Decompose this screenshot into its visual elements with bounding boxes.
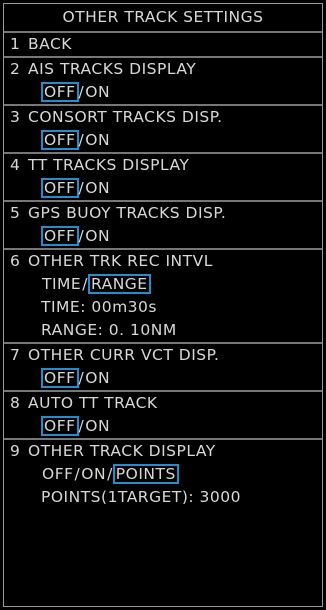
option-on[interactable]: ON <box>84 227 111 245</box>
menu-item-ais-tracks-display[interactable]: 2 AIS TRACKS DISPLAY OFF/ON <box>4 58 322 106</box>
range-interval-value: RANGE: 0. 10NM <box>41 321 177 339</box>
option-on[interactable]: ON <box>84 369 111 387</box>
option-off[interactable]: OFF <box>41 178 79 198</box>
other-track-settings-menu: OTHER TRACK SETTINGS 1 BACK 2 AIS TRACKS D… <box>3 3 323 607</box>
item-number: 1 <box>10 35 21 53</box>
option-on[interactable]: ON <box>84 179 111 197</box>
item-number: 2 <box>10 60 21 78</box>
item-label: CONSORT TRACKS DISP. <box>28 108 223 126</box>
option-range[interactable]: RANGE <box>87 274 151 294</box>
menu-item-other-trk-rec-intvl[interactable]: 6 OTHER TRK REC INTVL TIME/RANGE TIME: 00… <box>4 250 322 344</box>
option-time[interactable]: TIME <box>41 275 82 293</box>
points-per-target-value: POINTS(1TARGET): 3000 <box>41 488 241 506</box>
option-points[interactable]: POINTS <box>112 464 179 484</box>
item-number: 5 <box>10 204 21 222</box>
item-number: 9 <box>10 442 21 460</box>
menu-item-tt-tracks-display[interactable]: 4 TT TRACKS DISPLAY OFF/ON <box>4 154 322 202</box>
option-off[interactable]: OFF <box>41 416 79 436</box>
item-label: AUTO TT TRACK <box>28 394 158 412</box>
menu-item-auto-tt-track[interactable]: 8 AUTO TT TRACK OFF/ON <box>4 392 322 440</box>
option-on[interactable]: ON <box>84 131 111 149</box>
menu-item-other-curr-vct-disp[interactable]: 7 OTHER CURR VCT DISP. OFF/ON <box>4 344 322 392</box>
item-label: OTHER CURR VCT DISP. <box>28 346 220 364</box>
option-on[interactable]: ON <box>80 465 107 483</box>
menu-title: OTHER TRACK SETTINGS <box>4 4 322 33</box>
option-off[interactable]: OFF <box>41 82 79 102</box>
option-off[interactable]: OFF <box>41 465 75 483</box>
option-on[interactable]: ON <box>84 417 111 435</box>
item-number: 6 <box>10 252 21 270</box>
menu-item-back[interactable]: 1 BACK <box>4 33 322 58</box>
time-interval-value: TIME: 00m30s <box>41 298 157 316</box>
item-label: OTHER TRACK DISPLAY <box>28 442 216 460</box>
item-label: AIS TRACKS DISPLAY <box>28 60 197 78</box>
item-label: GPS BUOY TRACKS DISP. <box>28 204 227 222</box>
item-number: 8 <box>10 394 21 412</box>
item-label: OTHER TRK REC INTVL <box>28 252 213 270</box>
item-number: 3 <box>10 108 21 126</box>
item-label: TT TRACKS DISPLAY <box>28 156 190 174</box>
option-off[interactable]: OFF <box>41 130 79 150</box>
option-off[interactable]: OFF <box>41 368 79 388</box>
menu-item-gps-buoy-tracks-disp[interactable]: 5 GPS BUOY TRACKS DISP. OFF/ON <box>4 202 322 250</box>
option-off[interactable]: OFF <box>41 226 79 246</box>
menu-item-consort-tracks-disp[interactable]: 3 CONSORT TRACKS DISP. OFF/ON <box>4 106 322 154</box>
item-number: 4 <box>10 156 21 174</box>
item-number: 7 <box>10 346 21 364</box>
menu-item-other-track-display[interactable]: 9 OTHER TRACK DISPLAY OFF/ON/POINTS POINT… <box>4 440 322 509</box>
option-on[interactable]: ON <box>84 83 111 101</box>
item-label: BACK <box>28 35 72 53</box>
